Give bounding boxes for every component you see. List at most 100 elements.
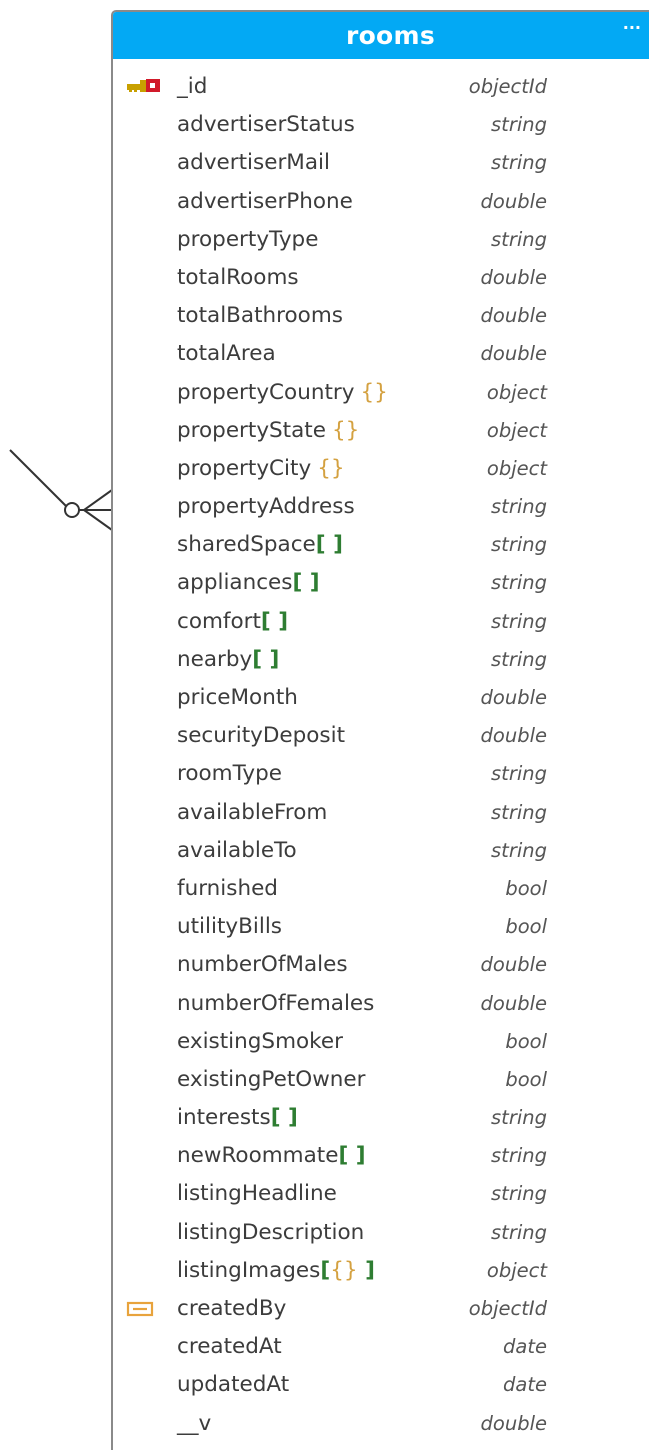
- field-row[interactable]: __v double: [113, 1409, 649, 1447]
- field-name: utilityBills: [177, 912, 282, 942]
- field-row[interactable]: furnished bool: [113, 874, 649, 912]
- field-name-text: propertyCity: [177, 455, 312, 481]
- primary-key-icon: [126, 77, 162, 99]
- field-type: double: [480, 724, 547, 748]
- field-type: double: [480, 686, 547, 709]
- field-row[interactable]: totalArea double: [113, 339, 649, 377]
- field-name: availableFrom: [177, 798, 327, 828]
- field-list: _id objectId advertiserStatus string adverti…: [113, 72, 649, 1447]
- field-row[interactable]: utilityBills bool: [113, 912, 649, 950]
- field-name: numberOfMales: [177, 950, 348, 980]
- field-type: string: [491, 113, 547, 137]
- field-type: objectId: [468, 1297, 547, 1320]
- field-name-text: nearby: [177, 646, 253, 672]
- field-name: propertyType: [177, 225, 318, 255]
- field-row[interactable]: totalBathrooms double: [113, 301, 649, 339]
- field-name-text: advertiserMail: [177, 150, 330, 176]
- field-name-text: advertiserPhone: [177, 188, 353, 214]
- entity-menu-icon[interactable]: ···: [623, 18, 641, 37]
- field-name: roomType: [177, 759, 282, 789]
- field-name: priceMonth: [177, 683, 298, 713]
- field-name: advertiserPhone: [177, 187, 353, 217]
- field-row[interactable]: propertyState{} object: [113, 416, 649, 454]
- field-name: propertyCountry{}: [177, 378, 388, 408]
- field-row[interactable]: numberOfFemales double: [113, 989, 649, 1027]
- field-row[interactable]: createdBy objectId: [113, 1294, 649, 1332]
- field-row[interactable]: listingImages[{} ] object: [113, 1256, 649, 1294]
- field-row[interactable]: listingDescription string: [113, 1218, 649, 1256]
- entity-title: rooms: [345, 21, 436, 50]
- field-type: bool: [505, 1067, 547, 1091]
- field-type: double: [480, 265, 547, 289]
- field-type: string: [491, 800, 547, 824]
- field-row[interactable]: totalRooms double: [113, 263, 649, 301]
- field-name-text: advertiserStatus: [177, 112, 355, 138]
- field-row[interactable]: propertyType string: [113, 225, 649, 263]
- field-row[interactable]: availableTo string: [113, 836, 649, 874]
- field-row[interactable]: appliances[ ] string: [113, 568, 649, 606]
- field-type: string: [491, 609, 547, 633]
- field-row[interactable]: existingPetOwner bool: [113, 1065, 649, 1103]
- relationship-connector: [9, 449, 113, 531]
- entity-header[interactable]: rooms ···: [113, 12, 649, 59]
- field-name-text: createdBy: [177, 1296, 287, 1321]
- field-row[interactable]: securityDeposit double: [113, 721, 649, 759]
- field-name: comfort[ ]: [177, 607, 288, 637]
- field-name-text: existingSmoker: [177, 1028, 343, 1054]
- field-row[interactable]: propertyCountry{} object: [113, 378, 649, 416]
- object-brace: {}: [317, 455, 345, 481]
- field-type: string: [491, 647, 547, 671]
- array-bracket: [{} ]: [320, 1257, 375, 1283]
- field-type: string: [491, 495, 547, 519]
- field-row[interactable]: createdAt date: [113, 1332, 649, 1370]
- array-bracket: [ ]: [338, 1143, 366, 1169]
- field-name: listingDescription: [177, 1218, 364, 1248]
- field-row[interactable]: advertiserStatus string: [113, 110, 649, 148]
- field-row[interactable]: advertiserMail string: [113, 148, 649, 186]
- field-type: date: [503, 1373, 547, 1397]
- field-name: sharedSpace[ ]: [177, 530, 343, 560]
- field-type: string: [491, 533, 547, 557]
- field-name: listingHeadline: [177, 1179, 337, 1209]
- field-row[interactable]: interests[ ] string: [113, 1103, 649, 1141]
- field-name: advertiserMail: [177, 148, 330, 178]
- field-type: bool: [505, 915, 547, 939]
- field-name-text: interests: [177, 1105, 271, 1131]
- field-name: furnished: [177, 874, 278, 904]
- field-row[interactable]: numberOfMales double: [113, 950, 649, 988]
- field-type: string: [491, 571, 547, 595]
- field-row[interactable]: sharedSpace[ ] string: [113, 530, 649, 568]
- object-brace: {}: [331, 417, 360, 443]
- field-type: string: [491, 151, 547, 175]
- field-name: interests[ ]: [177, 1103, 298, 1133]
- field-type: object: [486, 456, 547, 480]
- field-row[interactable]: nearby[ ] string: [113, 645, 649, 683]
- field-name: updatedAt: [177, 1370, 289, 1400]
- field-row[interactable]: roomType string: [113, 759, 649, 797]
- field-type: double: [480, 189, 547, 213]
- field-row[interactable]: propertyAddress string: [113, 492, 649, 530]
- field-name: securityDeposit: [177, 721, 345, 751]
- field-row[interactable]: advertiserPhone double: [113, 187, 649, 225]
- field-row[interactable]: updatedAt date: [113, 1370, 649, 1408]
- field-name-text: totalRooms: [177, 264, 299, 290]
- field-row[interactable]: priceMonth double: [113, 683, 649, 721]
- rooms-entity[interactable]: rooms ··· _id objectId advertiserStatus str…: [111, 10, 649, 1450]
- field-row[interactable]: availableFrom string: [113, 798, 649, 836]
- field-type: objectId: [468, 75, 547, 98]
- field-name-text: existingPetOwner: [177, 1066, 366, 1092]
- field-type: string: [491, 762, 547, 786]
- field-name: createdBy: [177, 1294, 286, 1324]
- field-name-text: listingHeadline: [177, 1181, 337, 1207]
- field-type: double: [480, 342, 547, 366]
- field-name: totalBathrooms: [177, 301, 343, 331]
- field-row[interactable]: listingHeadline string: [113, 1179, 649, 1217]
- field-type: string: [491, 227, 547, 251]
- field-row[interactable]: _id objectId: [113, 72, 649, 110]
- field-name: createdAt: [177, 1332, 282, 1362]
- field-row[interactable]: comfort[ ] string: [113, 607, 649, 645]
- field-row[interactable]: propertyCity{} object: [113, 454, 649, 492]
- field-name-text: utilityBills: [177, 914, 283, 940]
- field-row[interactable]: newRoommate[ ] string: [113, 1141, 649, 1179]
- field-row[interactable]: existingSmoker bool: [113, 1027, 649, 1065]
